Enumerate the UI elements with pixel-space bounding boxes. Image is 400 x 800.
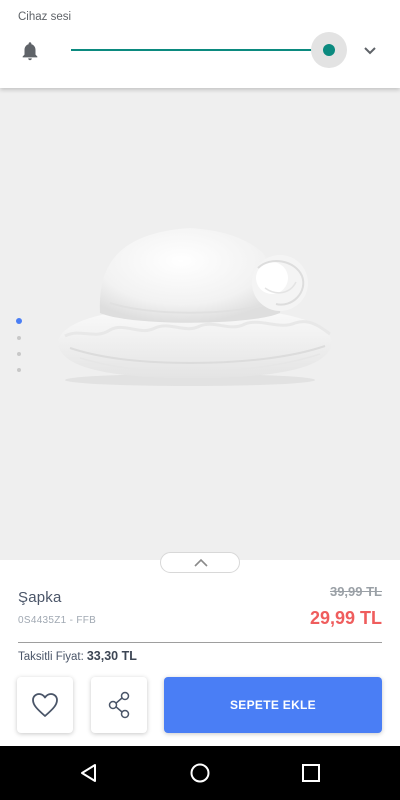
installment-label: Taksitli Fiyat: xyxy=(18,651,84,663)
volume-title: Cihaz sesi xyxy=(18,11,72,23)
installment-price: Taksitli Fiyat: 33,30 TL xyxy=(18,649,137,663)
chevron-up-icon xyxy=(194,558,208,567)
chevron-down-icon[interactable] xyxy=(362,44,378,58)
product-info-panel: Şapka 0S4435Z1 - FFB 39,99 TL 29,99 TL T… xyxy=(0,560,400,746)
carousel-dot[interactable] xyxy=(17,352,21,356)
favorite-button[interactable] xyxy=(17,677,73,733)
product-image[interactable] xyxy=(0,88,400,560)
back-icon[interactable] xyxy=(79,763,99,783)
carousel-dot-active[interactable] xyxy=(16,318,22,324)
recents-icon[interactable] xyxy=(301,763,321,783)
app-screen: Cihaz sesi Şapka 0S4435Z1 - FFB 39,99 TL… xyxy=(0,0,400,800)
volume-slider-track[interactable] xyxy=(71,49,329,51)
share-button[interactable] xyxy=(91,677,147,733)
installment-value: 33,30 TL xyxy=(86,649,137,663)
hat-image xyxy=(58,228,332,386)
share-icon xyxy=(108,691,130,719)
carousel-indicator xyxy=(16,318,24,384)
expand-details-button[interactable] xyxy=(160,552,240,573)
add-to-cart-button[interactable]: SEPETE EKLE xyxy=(164,677,382,733)
product-name: Şapka xyxy=(18,589,62,606)
home-icon[interactable] xyxy=(190,763,210,783)
system-nav-bar xyxy=(0,746,400,800)
sale-price: 29,99 TL xyxy=(309,608,382,628)
volume-slider-thumb[interactable] xyxy=(323,44,335,56)
divider xyxy=(18,642,382,643)
volume-panel: Cihaz sesi xyxy=(0,0,400,88)
bell-icon[interactable] xyxy=(19,39,41,63)
carousel-dot[interactable] xyxy=(17,336,21,340)
product-code: 0S4435Z1 - FFB xyxy=(18,615,97,626)
carousel-dot[interactable] xyxy=(17,368,21,372)
heart-icon xyxy=(32,693,58,717)
old-price: 39,99 TL xyxy=(329,584,382,599)
